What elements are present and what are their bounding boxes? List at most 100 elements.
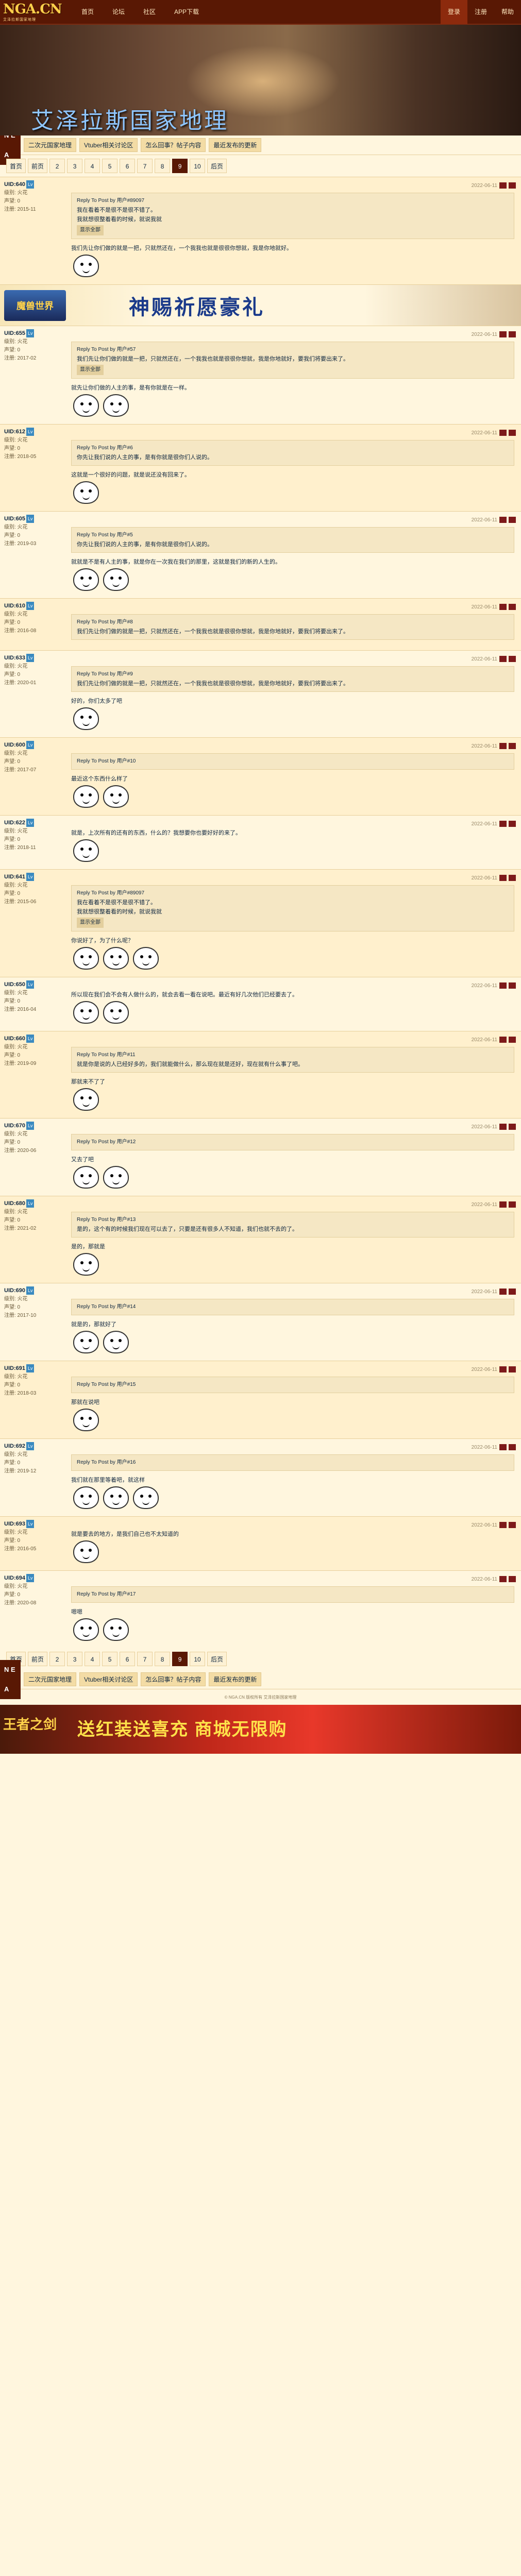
- page-link[interactable]: 4: [85, 1652, 100, 1666]
- username[interactable]: UID:670: [4, 1123, 25, 1129]
- page-link[interactable]: 3: [67, 1652, 83, 1666]
- page-link[interactable]: 10: [190, 159, 206, 173]
- reply-icon[interactable]: [499, 1522, 507, 1528]
- username[interactable]: UID:650: [4, 981, 25, 988]
- more-icon[interactable]: [509, 982, 516, 989]
- page-link[interactable]: 7: [137, 159, 153, 173]
- reply-icon[interactable]: [499, 182, 507, 189]
- bottom-ad-banner[interactable]: 王者之剑 送红装送喜充 商城无限购: [0, 1705, 521, 1754]
- reply-icon[interactable]: [499, 430, 507, 436]
- page-link[interactable]: 5: [102, 159, 118, 173]
- page-link[interactable]: 2: [49, 1652, 65, 1666]
- reply-icon[interactable]: [499, 875, 507, 881]
- more-icon[interactable]: [509, 656, 516, 662]
- username[interactable]: UID:692: [4, 1443, 25, 1449]
- username[interactable]: UID:605: [4, 516, 25, 522]
- reply-icon[interactable]: [499, 517, 507, 523]
- reply-icon[interactable]: [499, 1366, 507, 1372]
- page-link[interactable]: 8: [155, 1652, 171, 1666]
- username[interactable]: UID:612: [4, 429, 25, 435]
- more-icon[interactable]: [509, 430, 516, 436]
- subforum-link[interactable]: Vtuber相关讨论区: [79, 1672, 138, 1686]
- username[interactable]: UID:640: [4, 181, 25, 188]
- page-link[interactable]: 7: [137, 1652, 153, 1666]
- username[interactable]: UID:691: [4, 1365, 25, 1371]
- more-icon[interactable]: [509, 743, 516, 749]
- username[interactable]: UID:690: [4, 1287, 25, 1294]
- username[interactable]: UID:633: [4, 655, 25, 661]
- username[interactable]: UID:600: [4, 742, 25, 748]
- reply-icon[interactable]: [499, 1444, 507, 1450]
- username[interactable]: UID:694: [4, 1575, 25, 1581]
- more-icon[interactable]: [509, 1201, 516, 1208]
- page-current[interactable]: 9: [172, 159, 188, 173]
- reply-icon[interactable]: [499, 743, 507, 749]
- page-link[interactable]: 2: [49, 159, 65, 173]
- ad-banner[interactable]: 魔兽世界 神赐祈愿豪礼: [0, 284, 521, 326]
- page-current[interactable]: 9: [172, 1652, 188, 1666]
- subforum-link[interactable]: 二次元国家地理: [24, 138, 77, 152]
- subforum-link[interactable]: 最近发布的更新: [209, 1672, 262, 1686]
- help-link[interactable]: 帮助: [494, 0, 521, 24]
- username[interactable]: UID:693: [4, 1521, 25, 1527]
- username[interactable]: UID:641: [4, 874, 25, 880]
- more-icon[interactable]: [509, 182, 516, 189]
- more-icon[interactable]: [509, 1444, 516, 1450]
- nav-home[interactable]: 首页: [72, 0, 103, 24]
- page-link[interactable]: 3: [67, 159, 83, 173]
- subforum-link[interactable]: 怎么回事？帖子内容: [141, 138, 206, 152]
- page-link[interactable]: 10: [190, 1652, 206, 1666]
- more-icon[interactable]: [509, 1522, 516, 1528]
- reply-icon[interactable]: [499, 1201, 507, 1208]
- page-link[interactable]: 6: [120, 1652, 136, 1666]
- page-first[interactable]: 首页: [6, 159, 26, 173]
- reply-icon[interactable]: [499, 821, 507, 827]
- more-icon[interactable]: [509, 331, 516, 337]
- reply-icon[interactable]: [499, 1037, 507, 1043]
- reply-icon[interactable]: [499, 1289, 507, 1295]
- register-link[interactable]: 注册: [467, 0, 494, 24]
- ad-logo: 魔兽世界: [4, 290, 66, 321]
- show-all-button[interactable]: 显示全部: [77, 365, 104, 375]
- site-logo[interactable]: NGA.CN 艾泽拉斯国家地理: [0, 0, 72, 24]
- page-next[interactable]: 后页: [207, 159, 227, 173]
- more-icon[interactable]: [509, 517, 516, 523]
- subforum-link[interactable]: 怎么回事？帖子内容: [141, 1672, 206, 1686]
- subforum-link[interactable]: 最近发布的更新: [209, 138, 262, 152]
- username[interactable]: UID:610: [4, 603, 25, 609]
- username[interactable]: UID:655: [4, 330, 25, 336]
- reply-icon[interactable]: [499, 1124, 507, 1130]
- more-icon[interactable]: [509, 604, 516, 610]
- username[interactable]: UID:680: [4, 1200, 25, 1207]
- subforum-link[interactable]: Vtuber相关讨论区: [79, 138, 138, 152]
- forum-tag[interactable]: N E A: [0, 1659, 21, 1699]
- more-icon[interactable]: [509, 1289, 516, 1295]
- page-prev[interactable]: 前页: [28, 159, 48, 173]
- more-icon[interactable]: [509, 1576, 516, 1582]
- page-link[interactable]: 8: [155, 159, 171, 173]
- page-link[interactable]: 5: [102, 1652, 118, 1666]
- more-icon[interactable]: [509, 1037, 516, 1043]
- page-prev[interactable]: 前页: [28, 1652, 48, 1666]
- reply-icon[interactable]: [499, 331, 507, 337]
- more-icon[interactable]: [509, 1366, 516, 1372]
- show-all-button[interactable]: 显示全部: [77, 225, 104, 235]
- page-link[interactable]: 6: [120, 159, 136, 173]
- reply-icon[interactable]: [499, 982, 507, 989]
- username[interactable]: UID:660: [4, 1036, 25, 1042]
- show-all-button[interactable]: 显示全部: [77, 918, 104, 928]
- more-icon[interactable]: [509, 1124, 516, 1130]
- nav-community[interactable]: 社区: [134, 0, 165, 24]
- page-link[interactable]: 4: [85, 159, 100, 173]
- reply-icon[interactable]: [499, 1576, 507, 1582]
- reply-icon[interactable]: [499, 656, 507, 662]
- login-link[interactable]: 登录: [441, 0, 467, 24]
- more-icon[interactable]: [509, 875, 516, 881]
- subforum-link[interactable]: 二次元国家地理: [24, 1672, 77, 1686]
- more-icon[interactable]: [509, 821, 516, 827]
- nav-app[interactable]: APP下载: [165, 0, 208, 24]
- page-next[interactable]: 后页: [207, 1652, 227, 1666]
- username[interactable]: UID:622: [4, 820, 25, 826]
- reply-icon[interactable]: [499, 604, 507, 610]
- nav-forum[interactable]: 论坛: [103, 0, 134, 24]
